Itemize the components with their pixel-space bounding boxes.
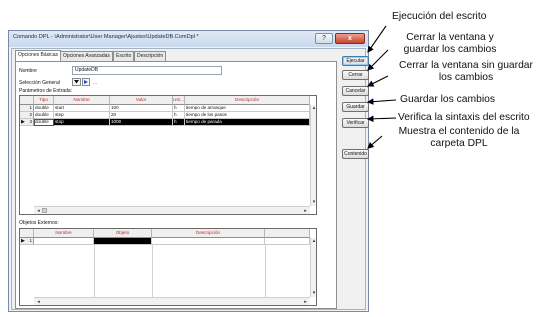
arrow-save <box>366 98 397 105</box>
arrow-cancel <box>367 75 389 87</box>
arrow-execute <box>367 25 387 53</box>
annotation-cancel-line2: los cambios <box>438 72 494 83</box>
annotation-cancel-line1: Cerrar la ventana sin guardar <box>399 60 533 71</box>
annotation-close: Cerrar la ventana y guardar los cambios <box>386 32 514 56</box>
annotation-contents-line1: Muestra el contenido de la <box>398 126 520 137</box>
annotation-verify: Verifica la sintaxis del escrito <box>398 112 530 123</box>
arrow-contents <box>367 135 383 149</box>
annotation-close-line1: Cerrar la ventana y <box>406 32 494 43</box>
arrow-verify <box>366 115 397 123</box>
arrow-close <box>367 49 389 71</box>
annotation-execute: Ejecución del escrito <box>392 11 487 22</box>
annotation-save: Guardar los cambios <box>400 94 495 105</box>
annotation-contents: Muestra el contenido de la carpeta DPL <box>384 126 534 150</box>
annotation-close-line2: guardar los cambios <box>403 44 497 55</box>
annotation-cancel: Cerrar la ventana sin guardar los cambio… <box>386 60 546 84</box>
annotation-contents-line2: carpeta DPL <box>430 138 488 149</box>
